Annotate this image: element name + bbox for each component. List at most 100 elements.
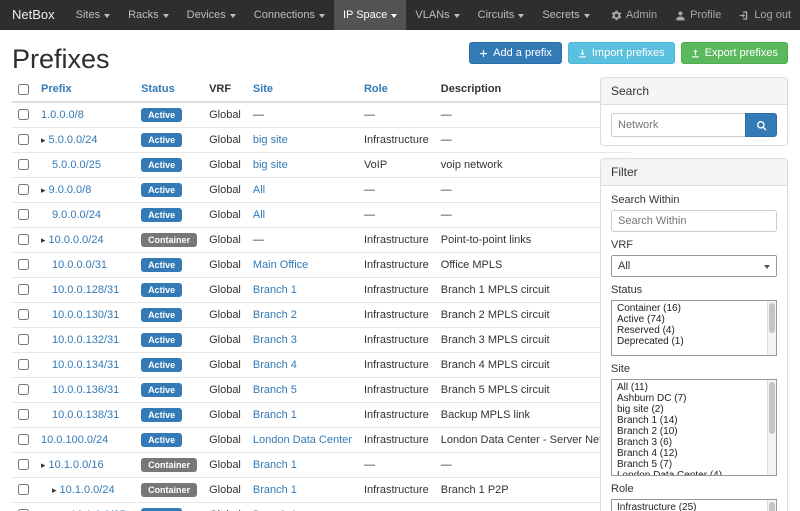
- prefix-link[interactable]: 10.0.0.0/31: [52, 259, 107, 271]
- row-checkbox[interactable]: [18, 259, 29, 270]
- prefix-link[interactable]: 10.0.0.128/31: [52, 284, 119, 296]
- site-option[interactable]: Branch 5 (7): [612, 459, 765, 470]
- prefix-link[interactable]: 9.0.0.0/24: [52, 209, 101, 221]
- app-logo[interactable]: NetBox: [0, 0, 67, 30]
- site-link[interactable]: Branch 4: [253, 359, 297, 371]
- prefix-link[interactable]: 10.0.0.136/31: [52, 384, 119, 396]
- status-option[interactable]: Container (16): [612, 303, 765, 314]
- site-option[interactable]: Branch 2 (10): [612, 426, 765, 437]
- site-link[interactable]: Branch 3: [253, 334, 297, 346]
- vrf-select[interactable]: All: [611, 255, 777, 277]
- site-link[interactable]: London Data Center: [253, 434, 352, 446]
- site-link[interactable]: big site: [253, 134, 288, 146]
- role-cell: —: [358, 178, 435, 203]
- vrf-cell: Global: [203, 328, 247, 353]
- site-option[interactable]: Branch 1 (14): [612, 415, 765, 426]
- prefix-link[interactable]: 10.0.100.0/24: [41, 434, 108, 446]
- nav-item-circuits[interactable]: Circuits: [469, 0, 534, 30]
- role-option[interactable]: Infrastructure (25): [612, 502, 765, 511]
- site-option[interactable]: big site (2): [612, 404, 765, 415]
- row-checkbox[interactable]: [18, 159, 29, 170]
- status-option[interactable]: Reserved (4): [612, 325, 765, 336]
- prefix-link[interactable]: 10.0.0.0/24: [49, 234, 104, 246]
- prefix-link[interactable]: 10.0.0.138/31: [52, 409, 119, 421]
- site-option[interactable]: Ashburn DC (7): [612, 393, 765, 404]
- search-button[interactable]: [745, 113, 777, 137]
- nav-item-sites[interactable]: Sites: [67, 0, 119, 30]
- site-link[interactable]: Branch 2: [253, 309, 297, 321]
- prefix-link[interactable]: 5.0.0.0/25: [52, 159, 101, 171]
- site-link[interactable]: Main Office: [253, 259, 308, 271]
- scrollbar-thumb[interactable]: [769, 303, 775, 333]
- add-prefix-button[interactable]: Add a prefix: [469, 42, 562, 64]
- nav-item-secrets[interactable]: Secrets: [533, 0, 598, 30]
- row-checkbox[interactable]: [18, 309, 29, 320]
- site-link[interactable]: Branch 1: [253, 484, 297, 496]
- search-input[interactable]: [611, 113, 745, 137]
- row-checkbox[interactable]: [18, 209, 29, 220]
- nav-item-racks[interactable]: Racks: [119, 0, 178, 30]
- nav-item-admin[interactable]: Admin: [602, 0, 666, 30]
- site-link[interactable]: All: [253, 209, 265, 221]
- scrollbar-thumb[interactable]: [769, 502, 775, 511]
- nav-item-logout[interactable]: Log out: [730, 0, 800, 30]
- row-checkbox[interactable]: [18, 184, 29, 195]
- row-checkbox[interactable]: [18, 234, 29, 245]
- nav-item-label: Connections: [254, 9, 315, 21]
- prefix-link[interactable]: 10.1.0.0/16: [49, 459, 104, 471]
- prefix-link[interactable]: 5.0.0.0/24: [49, 134, 98, 146]
- gear-icon: [611, 10, 622, 21]
- prefix-link[interactable]: 10.0.0.132/31: [52, 334, 119, 346]
- row-checkbox[interactable]: [18, 484, 29, 495]
- column-header-site[interactable]: Site: [247, 77, 358, 102]
- prefix-link[interactable]: 10.0.0.130/31: [52, 309, 119, 321]
- row-checkbox[interactable]: [18, 359, 29, 370]
- row-checkbox[interactable]: [18, 384, 29, 395]
- scrollbar-thumb[interactable]: [769, 382, 775, 434]
- table-row: 1.0.0.0/8ActiveGlobal———: [12, 102, 631, 128]
- row-checkbox[interactable]: [18, 434, 29, 445]
- site-link[interactable]: Branch 1: [253, 284, 297, 296]
- column-header-prefix[interactable]: Prefix: [35, 77, 135, 102]
- vrf-cell: Global: [203, 503, 247, 511]
- column-header-role[interactable]: Role: [358, 77, 435, 102]
- row-checkbox[interactable]: [18, 284, 29, 295]
- nav-item-connections[interactable]: Connections: [245, 0, 334, 30]
- status-option[interactable]: Active (74): [612, 314, 765, 325]
- site-option[interactable]: Branch 3 (6): [612, 437, 765, 448]
- site-link[interactable]: All: [253, 184, 265, 196]
- role-listbox[interactable]: Infrastructure (25) Management (8) Priva…: [611, 499, 777, 511]
- row-checkbox[interactable]: [18, 109, 29, 120]
- row-checkbox[interactable]: [18, 134, 29, 145]
- site-link[interactable]: Branch 1: [253, 409, 297, 421]
- search-within-input[interactable]: [611, 210, 777, 232]
- export-prefixes-button[interactable]: Export prefixes: [681, 42, 788, 64]
- nav-item-devices[interactable]: Devices: [178, 0, 245, 30]
- prefix-link[interactable]: 10.0.0.134/31: [52, 359, 119, 371]
- chevron-down-icon: [319, 14, 325, 21]
- row-checkbox[interactable]: [18, 334, 29, 345]
- site-listbox[interactable]: All (11) Ashburn DC (7) big site (2) Bra…: [611, 379, 777, 476]
- nav-item-ip-space[interactable]: IP Space: [334, 0, 406, 30]
- import-prefixes-button[interactable]: Import prefixes: [568, 42, 675, 64]
- site-option[interactable]: Branch 4 (12): [612, 448, 765, 459]
- nav-item-vlans[interactable]: VLANs: [406, 0, 468, 30]
- table-row: 10.0.100.0/24ActiveGlobalLondon Data Cen…: [12, 428, 631, 453]
- row-checkbox[interactable]: [18, 409, 29, 420]
- site-link[interactable]: big site: [253, 159, 288, 171]
- site-option[interactable]: London Data Center (4): [612, 470, 765, 476]
- site-option[interactable]: All (11): [612, 382, 765, 393]
- site-link[interactable]: Branch 1: [253, 459, 297, 471]
- prefix-link[interactable]: 1.0.0.0/8: [41, 109, 84, 121]
- status-option[interactable]: Deprecated (1): [612, 336, 765, 347]
- prefix-link[interactable]: 9.0.0.0/8: [49, 184, 92, 196]
- status-listbox[interactable]: Container (16) Active (74) Reserved (4) …: [611, 300, 777, 356]
- select-all-checkbox[interactable]: [18, 84, 29, 95]
- button-label: Import prefixes: [592, 47, 665, 59]
- site-link[interactable]: Branch 5: [253, 384, 297, 396]
- prefix-link[interactable]: 10.1.0.0/24: [60, 484, 115, 496]
- row-checkbox[interactable]: [18, 459, 29, 470]
- column-header-status[interactable]: Status: [135, 77, 203, 102]
- nav-item-profile[interactable]: Profile: [666, 0, 730, 30]
- nav-item-label: IP Space: [343, 9, 387, 21]
